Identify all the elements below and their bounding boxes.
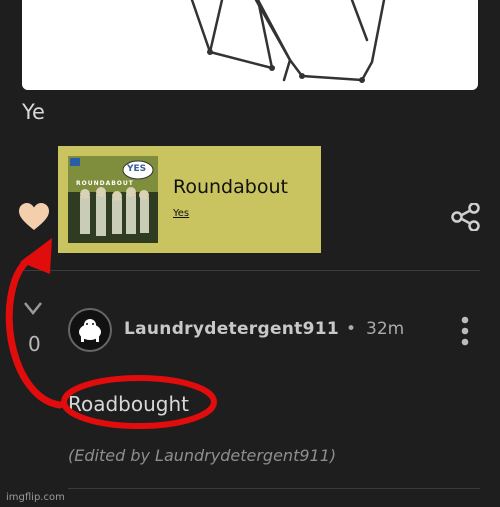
- album-cover-title: ROUNDABOUT: [76, 180, 134, 187]
- like-button[interactable]: [18, 202, 50, 236]
- drawing-panel: [22, 0, 478, 90]
- album-band-logo: YES: [127, 164, 147, 174]
- heart-icon: [19, 203, 49, 230]
- watermark: imgflip.com: [6, 492, 65, 503]
- sketch-drawing: [190, 0, 386, 83]
- chevron-down-icon: [24, 302, 42, 316]
- divider: [22, 270, 480, 271]
- post-caption: Ye: [22, 100, 45, 124]
- avatar[interactable]: [68, 308, 112, 352]
- divider-bottom: [68, 488, 480, 489]
- comment-text: Roadbought: [68, 392, 190, 416]
- artist-link[interactable]: Yes: [173, 208, 189, 219]
- comment-time: 32m: [366, 319, 405, 339]
- album-cover: YES ROUNDABOUT: [68, 156, 158, 243]
- album-title[interactable]: Roundabout: [173, 176, 288, 198]
- comment-username[interactable]: Laundrydetergent911: [124, 319, 339, 339]
- vote-count: 0: [28, 332, 41, 356]
- downvote-button[interactable]: [22, 297, 44, 325]
- red-arrowhead: [20, 238, 52, 274]
- share-button[interactable]: [451, 202, 481, 235]
- red-arrow-annotation: [5, 252, 64, 409]
- edited-note: (Edited by Laundrydetergent911): [68, 446, 337, 465]
- music-link-card[interactable]: YES ROUNDABOUT Roundabout Yes: [58, 146, 321, 253]
- separator-dot: •: [346, 319, 357, 339]
- more-vertical-icon: [461, 316, 469, 346]
- share-icon: [451, 202, 480, 232]
- more-options-button[interactable]: [459, 315, 471, 351]
